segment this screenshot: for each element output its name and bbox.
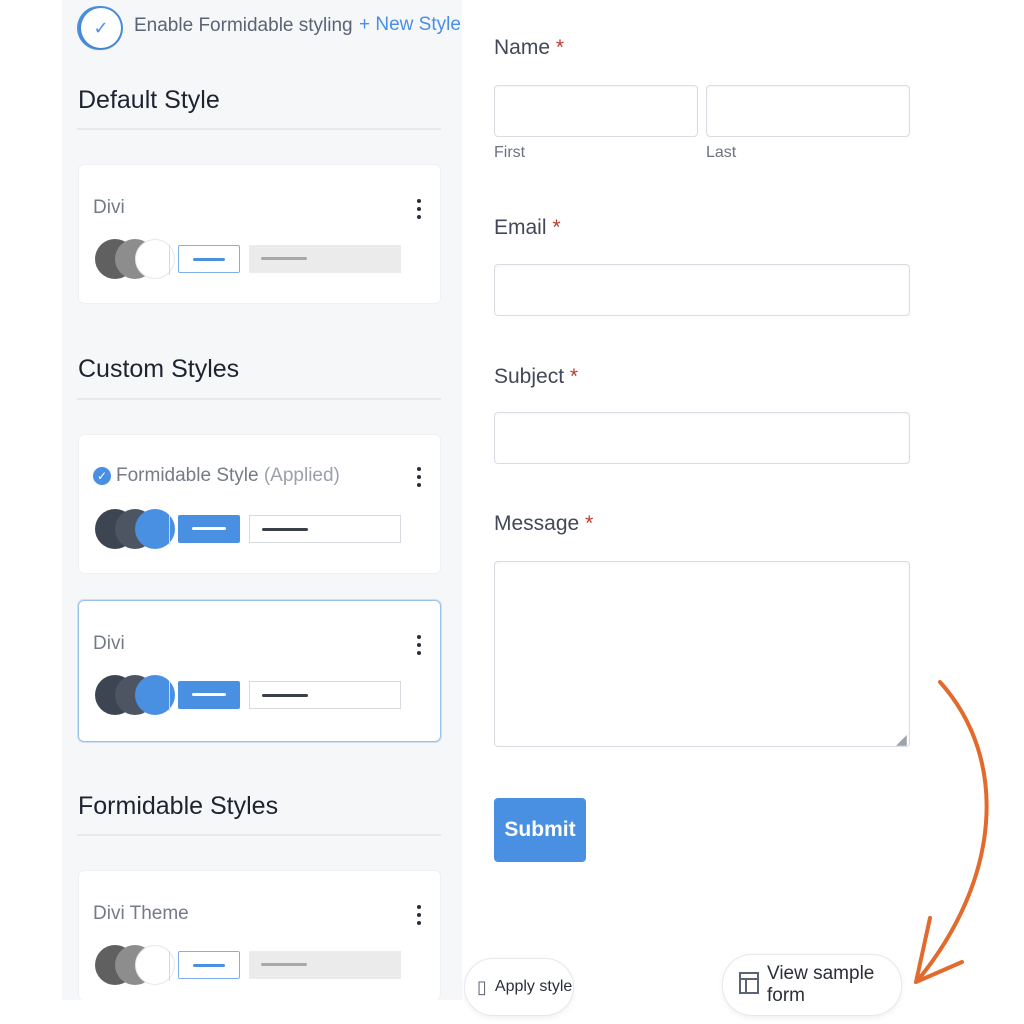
annotation-arrow-icon — [914, 680, 989, 984]
